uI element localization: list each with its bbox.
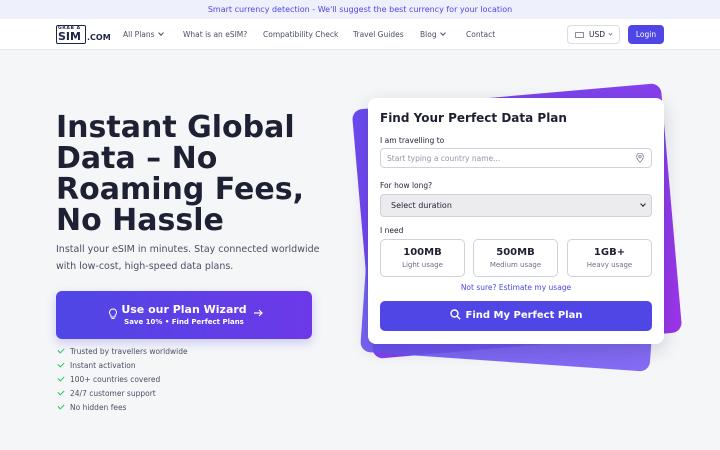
usage-option-medium[interactable]: 500MB Medium usage [473, 239, 558, 277]
usage-amount: 1GB+ [593, 247, 626, 258]
hero-subtitle: Install your eSIM in minutes. Stay conne… [56, 244, 320, 272]
currency-value: USD [589, 30, 606, 39]
nav-blog-label: Blog [420, 30, 437, 39]
benefit-label: Trusted by travellers worldwide [70, 347, 188, 356]
benefit-label: Instant activation [70, 361, 136, 370]
check-icon [57, 374, 65, 382]
usage-desc: Medium usage [489, 261, 542, 269]
duration-select[interactable]: Select duration [380, 194, 652, 217]
currency-select[interactable]: USD [567, 25, 620, 44]
check-icon [57, 346, 65, 354]
wizard-title: Use our Plan Wizard [121, 303, 247, 316]
list-item: Trusted by travellers worldwide [57, 346, 188, 360]
chevron-down-icon [640, 201, 646, 207]
usage-option-light[interactable]: 100MB Light usage [380, 239, 465, 277]
login-button[interactable]: Login [628, 25, 664, 44]
chevron-down-icon [157, 30, 164, 36]
find-plan-label: Find My Perfect Plan [465, 310, 583, 321]
logo-main: SIM [58, 30, 81, 43]
usage-desc: Light usage [402, 261, 443, 269]
nav-what-is-esim[interactable]: What is an eSIM? [183, 19, 247, 50]
top-nav: GRAB A SIM .COM All Plans What is an eSI… [0, 19, 720, 50]
check-icon [57, 402, 65, 410]
flag-icon [575, 32, 584, 38]
benefits-list: Trusted by travellers worldwide Instant … [57, 346, 188, 416]
currency-banner: Smart currency detection - We'll suggest… [0, 0, 720, 19]
need-label: I need [380, 226, 404, 235]
search-icon [449, 309, 461, 320]
country-input[interactable] [380, 148, 652, 168]
usage-option-heavy[interactable]: 1GB+ Heavy usage [567, 239, 652, 277]
nav-blog[interactable]: Blog [420, 19, 446, 50]
usage-amount: 500MB [496, 247, 535, 258]
nav-contact[interactable]: Contact [466, 19, 495, 50]
nav-all-plans-label: All Plans [123, 30, 155, 39]
list-item: 100+ countries covered [57, 374, 188, 388]
list-item: No hidden fees [57, 402, 188, 416]
duration-label: For how long? [380, 181, 433, 190]
list-item: 24/7 customer support [57, 388, 188, 402]
check-icon [57, 360, 65, 368]
plan-wizard-button[interactable]: Use our Plan Wizard Save 10% • Find Perf… [56, 291, 312, 339]
arrow-right-icon [254, 309, 263, 317]
plan-finder-card: Find Your Perfect Data Plan I am travell… [368, 98, 664, 344]
logo[interactable]: GRAB A SIM .COM [56, 25, 111, 45]
nav-compatibility-check[interactable]: Compatibility Check [263, 19, 338, 50]
list-item: Instant activation [57, 360, 188, 374]
location-pin-icon [636, 153, 644, 163]
benefit-label: 100+ countries covered [70, 375, 161, 384]
country-label: I am travelling to [380, 136, 445, 145]
estimate-usage-link[interactable]: Not sure? Estimate my usage [368, 283, 664, 292]
duration-value: Select duration [391, 201, 452, 210]
check-icon [57, 388, 65, 396]
hero-title: Instant Global Data – No Roaming Fees, N… [56, 110, 304, 238]
chevron-down-icon [608, 31, 613, 36]
find-plan-button[interactable]: Find My Perfect Plan [380, 301, 652, 331]
usage-amount: 100MB [403, 247, 442, 258]
card-title: Find Your Perfect Data Plan [380, 111, 567, 125]
chevron-down-icon [439, 30, 446, 36]
usage-desc: Heavy usage [586, 261, 633, 269]
wizard-subtitle: Save 10% • Find Perfect Plans [124, 318, 244, 326]
benefit-label: No hidden fees [70, 403, 127, 412]
nav-travel-guides[interactable]: Travel Guides [353, 19, 404, 50]
nav-all-plans[interactable]: All Plans [123, 19, 164, 50]
benefit-label: 24/7 customer support [70, 389, 156, 398]
logo-suffix: .COM [87, 33, 111, 42]
